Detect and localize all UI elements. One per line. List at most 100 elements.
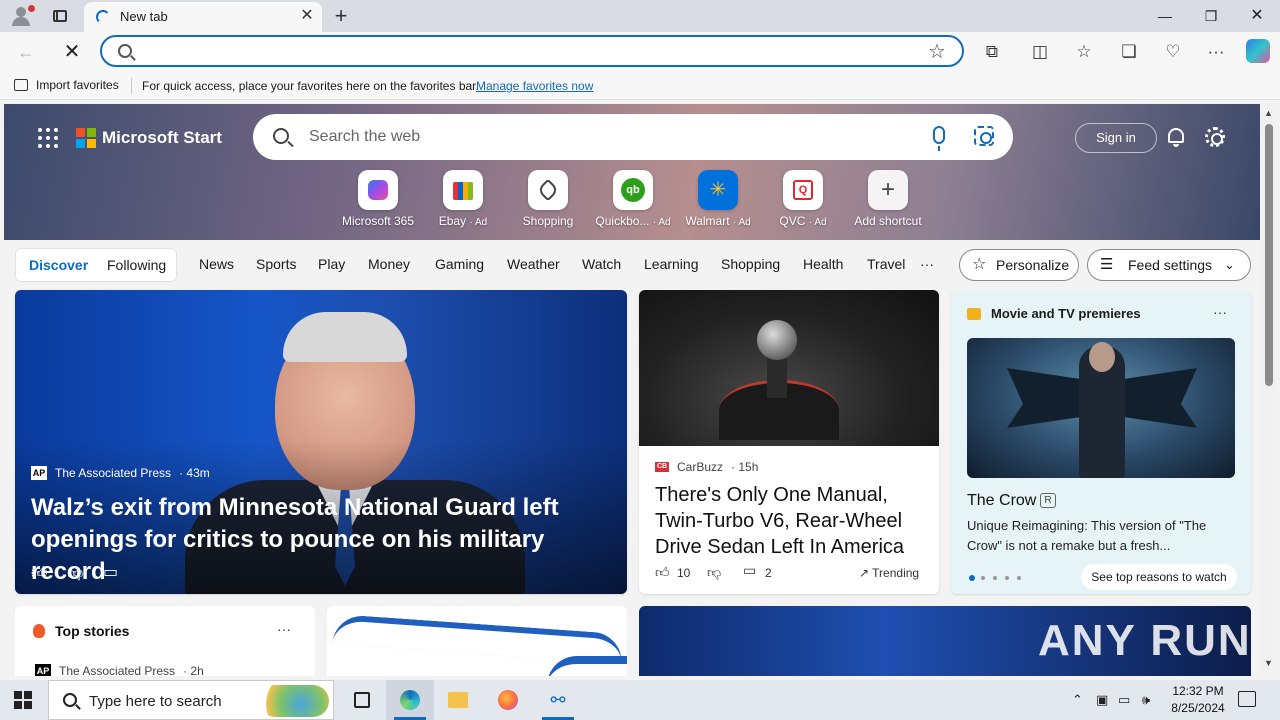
extensions-icon[interactable]: ⧉ [980,40,1004,64]
import-icon [14,79,28,91]
page-settings-gear-icon[interactable] [1205,127,1225,147]
web-search-input[interactable] [309,127,909,147]
category-learning[interactable]: Learning [644,256,699,272]
browser-toolbar: ← ✕ ☆ ⧉ ◫ ☆ ❏ ♡ ··· [0,32,1280,72]
favorites-icon[interactable]: ☆ [1072,40,1096,64]
shortcut-ebay[interactable]: Ebay · Ad [418,170,508,230]
category-news[interactable]: News [199,256,234,272]
taskbar-clock[interactable]: 12:32 PM 8/25/2024 [1166,683,1230,717]
visual-search-icon[interactable] [974,126,994,146]
tab-discover[interactable]: Discover [29,257,88,273]
carbuzz-logo-icon: CB [655,462,669,472]
comment-icon[interactable]: ▭ [103,562,118,582]
category-money[interactable]: Money [368,256,410,272]
tray-chevron-up-icon[interactable]: ⌃ [1072,692,1083,708]
car-news-card[interactable]: CB CarBuzz · 15h There's Only One Manual,… [639,290,939,594]
split-screen-icon[interactable]: ◫ [1028,40,1052,64]
close-window-button[interactable]: ✕ [1234,0,1280,32]
taskbar-firefox[interactable] [484,680,532,720]
import-favorites-button[interactable]: Import favorites [14,78,119,92]
movie-premieres-card[interactable]: Movie and TV premieres ··· The Crow R Un… [951,290,1251,594]
settings-more-icon[interactable]: ··· [1204,40,1228,64]
top-stories-card[interactable]: Top stories ··· AP The Associated Press ·… [15,606,315,676]
category-sports[interactable]: Sports [256,256,296,272]
apps-launcher-icon[interactable] [38,128,58,148]
category-shopping[interactable]: Shopping [721,256,780,272]
movie-description: Unique Reimagining: This version of "The… [967,518,1207,553]
tab-actions-button[interactable] [50,6,70,26]
dislike-icon[interactable]: 👎︎ [67,564,83,583]
import-favorites-label: Import favorites [36,78,119,92]
see-reasons-button[interactable]: See top reasons to watch [1081,564,1237,590]
sunglasses-product-card[interactable] [327,606,627,676]
collections-icon[interactable]: ❏ [1117,40,1141,64]
manage-favorites-link[interactable]: Manage favorites now [476,79,593,93]
brand-name[interactable]: Microsoft Start [102,128,222,148]
scroll-up-icon[interactable]: ▲ [1264,108,1273,118]
shortcut-shopping[interactable]: Shopping [503,170,593,230]
page-scrollbar[interactable]: ▲ ▼ [1262,104,1276,676]
movie-title[interactable]: The Crow [967,492,1036,510]
taskbar-search-box[interactable]: Type here to search [48,680,334,720]
category-health[interactable]: Health [803,256,843,272]
more-options-icon[interactable]: ··· [1213,304,1227,320]
browser-essentials-icon[interactable]: ♡ [1161,40,1185,64]
search-icon [273,128,289,144]
shortcut-microsoft-365[interactable]: Microsoft 365 [333,170,423,230]
comment-icon[interactable]: ▭ [743,562,756,579]
microphone-icon[interactable] [933,126,945,151]
taskbar-file-explorer[interactable] [434,680,482,720]
taskbar-edge[interactable] [386,680,434,720]
stop-loading-button[interactable]: ✕ [60,40,84,64]
feed-settings-button[interactable]: ☰ Feed settings ⌄ [1087,249,1251,281]
category-watch[interactable]: Watch [582,256,621,272]
carousel-dots[interactable] [969,575,1029,581]
plus-icon: + [868,170,908,210]
address-input[interactable] [142,41,902,61]
the-crow-poster[interactable] [967,338,1235,478]
favorites-bar: Import favorites For quick access, place… [0,72,1280,100]
dislike-icon[interactable]: 👎︎ [707,564,721,581]
shortcut-walmart[interactable]: ✳ Walmart · Ad [673,170,763,230]
windows-start-icon[interactable] [14,691,32,709]
tab-new-tab[interactable]: New tab ✕ [84,2,322,32]
sign-in-button[interactable]: Sign in [1075,123,1157,153]
profile-button[interactable] [8,4,36,28]
network-icon[interactable]: ▭ [1118,692,1130,708]
shortcut-qvc[interactable]: Q QVC · Ad [758,170,848,230]
shortcut-quickbooks[interactable]: qb Quickbo... · Ad [588,170,678,230]
scroll-down-icon[interactable]: ▼ [1264,658,1273,668]
minimize-button[interactable]: — [1142,0,1188,32]
taskbar-app[interactable]: ⚯ [534,680,582,720]
restore-button[interactable]: ❐ [1188,0,1234,32]
web-search-box[interactable] [253,114,1013,160]
address-bar[interactable]: ☆ [100,35,964,67]
action-center-icon[interactable] [1238,691,1256,707]
article-source: AP The Associated Press · 43m [31,466,210,480]
volume-icon[interactable]: 🕪︎ [1142,692,1150,708]
like-icon[interactable]: 👍︎ [655,564,670,581]
hero-news-card[interactable]: AP The Associated Press · 43m Walz’s exit… [15,290,627,594]
notifications-bell-icon[interactable] [1166,126,1186,148]
category-travel[interactable]: Travel [867,256,905,272]
flame-icon [33,624,45,638]
more-options-icon[interactable]: ··· [277,621,291,637]
category-gaming[interactable]: Gaming [435,256,484,272]
article-title[interactable]: There's Only One Manual, Twin-Turbo V6, … [655,482,925,560]
category-play[interactable]: Play [318,256,345,272]
task-view-button[interactable] [338,680,386,720]
notification-dot [28,5,35,12]
category-weather[interactable]: Weather [507,256,560,272]
favorite-star-icon[interactable]: ☆ [928,39,946,64]
personalize-button[interactable]: ☆ Personalize [959,249,1079,281]
scroll-thumb[interactable] [1265,124,1273,386]
new-tab-button[interactable]: + [330,4,352,28]
like-icon[interactable]: 👍︎ [31,564,48,583]
tab-following[interactable]: Following [107,257,166,273]
shortcut-add[interactable]: + Add shortcut [843,170,933,230]
copilot-icon[interactable] [1246,39,1270,63]
tray-device-icon[interactable]: ▣ [1096,692,1108,708]
tab-close-icon[interactable]: ✕ [298,7,316,25]
more-categories-icon[interactable]: ··· [920,256,934,272]
back-button[interactable]: ← [14,40,38,64]
